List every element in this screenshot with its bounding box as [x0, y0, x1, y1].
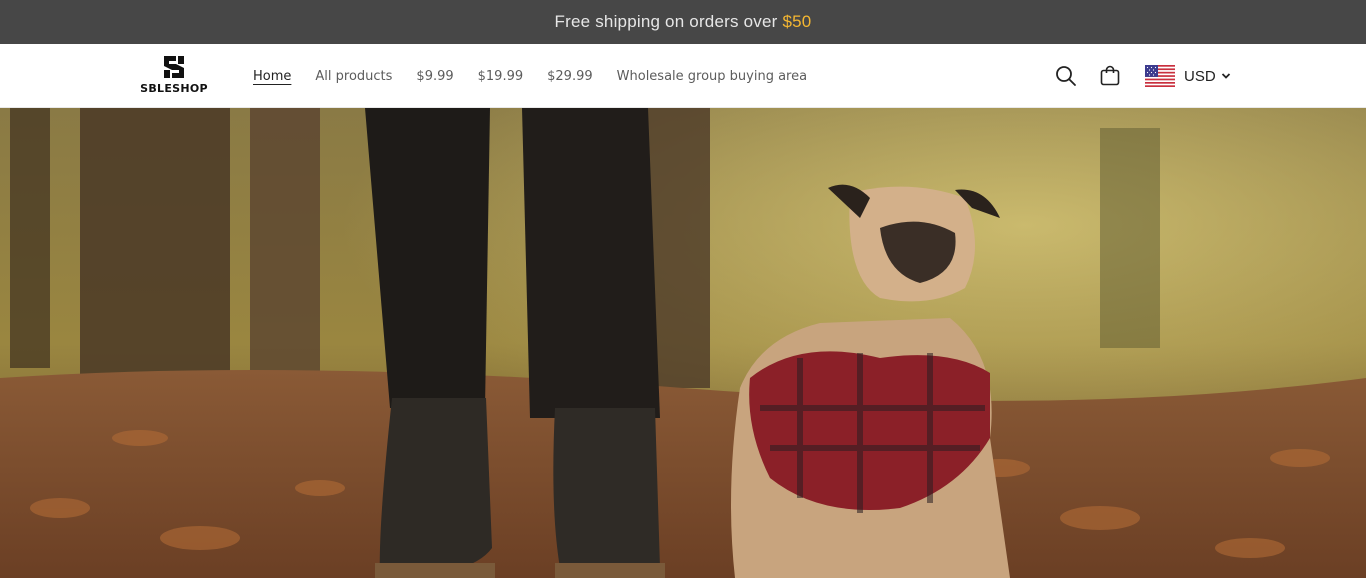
- logo-text: SBLESHOP: [140, 82, 208, 95]
- search-button[interactable]: [1053, 63, 1079, 89]
- site-logo[interactable]: SBLESHOP: [132, 54, 216, 100]
- logo-mark-icon: [164, 56, 184, 78]
- hero-image: [0, 108, 1366, 578]
- search-icon: [1056, 66, 1076, 86]
- nav-home[interactable]: Home: [253, 69, 291, 84]
- chevron-down-icon: [1221, 72, 1231, 80]
- currency-selector[interactable]: USD: [1145, 63, 1231, 89]
- nav-9-99[interactable]: $9.99: [416, 69, 453, 84]
- main-nav: Home All products $9.99 $19.99 $29.99 Wh…: [253, 44, 831, 108]
- nav-19-99[interactable]: $19.99: [478, 69, 524, 84]
- nav-all-products[interactable]: All products: [315, 69, 392, 84]
- nav-wholesale-group-buying[interactable]: Wholesale group buying area: [617, 69, 807, 84]
- announcement-text: Free shipping on orders over: [554, 12, 778, 31]
- cart-icon: [1100, 65, 1120, 86]
- nav-29-99[interactable]: $29.99: [547, 69, 593, 84]
- us-flag-icon: [1145, 65, 1175, 87]
- hero-banner[interactable]: [0, 108, 1366, 578]
- currency-code: USD: [1184, 67, 1216, 85]
- cart-button[interactable]: [1097, 63, 1123, 89]
- announcement-amount: $50: [782, 12, 812, 31]
- announcement-bar: Free shipping on orders over $50: [0, 0, 1366, 44]
- site-header: SBLESHOP Home All products $9.99 $19.99 …: [0, 44, 1366, 108]
